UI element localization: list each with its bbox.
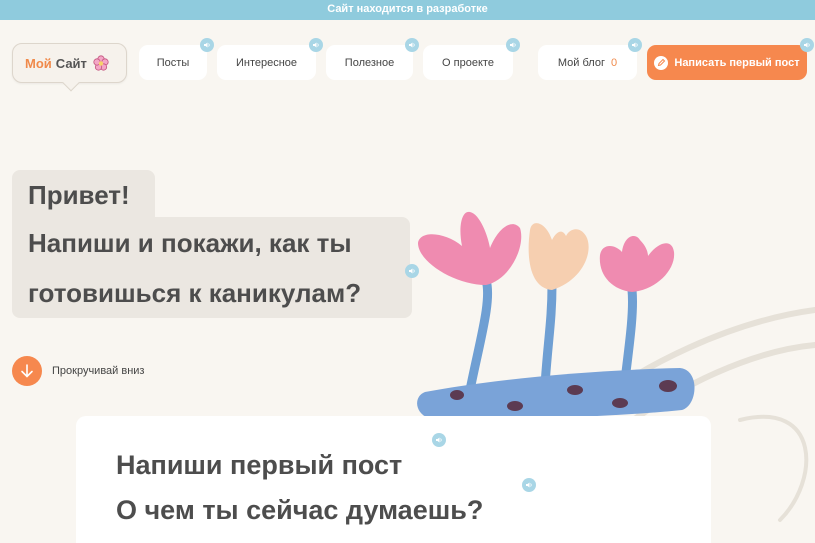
hero-line-2: Напиши и покажи, как ты [12,217,410,269]
speaker-icon[interactable] [405,264,419,278]
card-subtitle: О чем ты сейчас думаешь? [116,495,484,525]
write-first-post-label: Написать первый пост [674,56,800,69]
speaker-icon[interactable] [432,433,446,447]
nav-interesting[interactable]: Интересное [217,45,316,80]
nav-posts-label: Посты [156,56,190,69]
speaker-icon[interactable] [800,38,814,52]
nav-about[interactable]: О проекте [423,45,513,80]
arrow-down-icon [19,363,35,379]
nav-interesting-label: Интересное [235,56,298,69]
write-first-post-button[interactable]: Написать первый пост [647,45,807,80]
nav-useful-label: Полезное [344,56,395,69]
speaker-icon[interactable] [405,38,419,52]
speaker-icon[interactable] [522,478,536,492]
scroll-down-label: Прокручивай вниз [52,365,145,377]
scroll-down-button[interactable] [12,356,42,386]
nav-my-blog-label: Мой блог [557,56,605,69]
logo-part2: Сайт [55,55,87,71]
hero-line-3: готовишься к каникулам? [12,268,412,318]
pencil-icon [654,55,669,70]
nav-about-label: О проекте [442,56,494,69]
speaker-icon[interactable] [200,38,214,52]
nav-useful[interactable]: Полезное [326,45,413,80]
hero-line-1: Привет! [12,170,155,220]
speaker-icon[interactable] [506,38,520,52]
speaker-icon[interactable] [628,38,642,52]
blog-count: 0 [610,56,618,69]
site-logo[interactable]: Мой Сайт [12,43,127,92]
card-title: Напиши первый пост [116,450,403,480]
nav-posts[interactable]: Посты [139,45,207,80]
nav-my-blog[interactable]: Мой блог 0 [538,45,637,80]
flower-icon [93,55,109,71]
dev-banner-text: Сайт находится в разработке [327,3,488,15]
dev-banner: Сайт находится в разработке [0,0,815,20]
logo-part1: Мой [25,55,52,71]
speaker-icon[interactable] [309,38,323,52]
